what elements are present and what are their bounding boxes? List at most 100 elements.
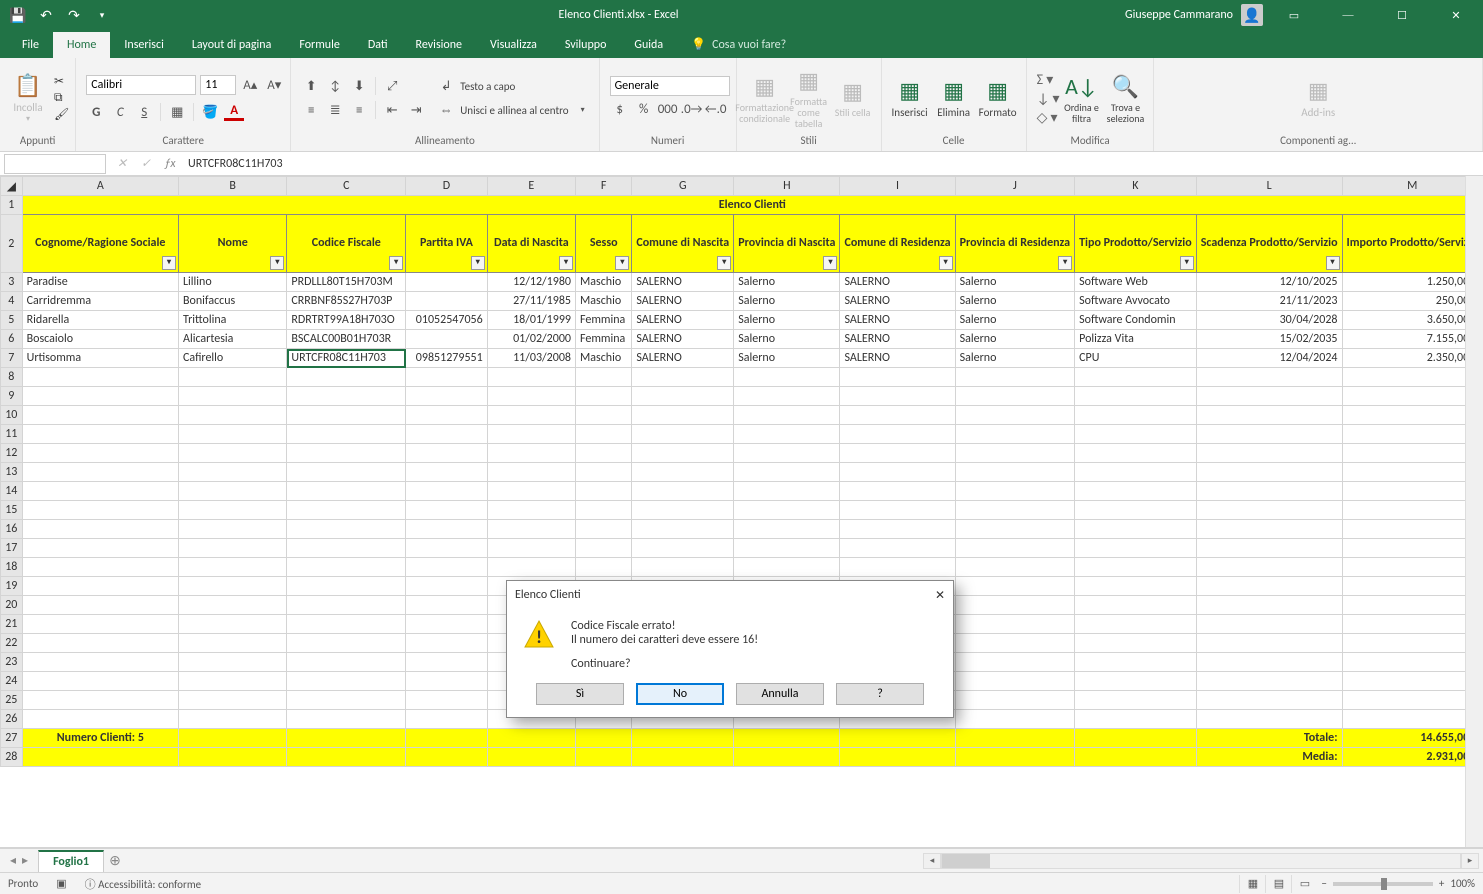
col-header[interactable]: H (734, 177, 840, 196)
number-format-select[interactable] (610, 76, 730, 96)
col-header[interactable]: L (1196, 177, 1342, 196)
cell[interactable]: Software Condomin (1075, 311, 1197, 330)
cell[interactable]: Femmina (576, 311, 632, 330)
cell[interactable] (1075, 577, 1197, 596)
autosum-icon[interactable]: Σ ▾ (1037, 71, 1060, 88)
cell[interactable] (955, 558, 1075, 577)
cell[interactable] (632, 406, 734, 425)
cell[interactable]: BSCALC00B01H703R (287, 330, 406, 349)
filter-icon[interactable]: ▾ (939, 256, 953, 270)
underline-icon[interactable]: S (134, 103, 154, 121)
cell[interactable] (22, 539, 178, 558)
cell[interactable]: 12/04/2024 (1196, 349, 1342, 368)
dialog-cancel-button[interactable]: Annulla (736, 683, 824, 705)
currency-icon[interactable]: $ (610, 100, 630, 118)
column-header[interactable]: Comune di Nascita▾ (632, 215, 734, 273)
cell[interactable] (1342, 425, 1482, 444)
cell-styles-button[interactable]: ▦Stili cella (831, 65, 875, 131)
cell[interactable] (1196, 672, 1342, 691)
cell[interactable] (1342, 615, 1482, 634)
cell[interactable] (179, 615, 287, 634)
cell[interactable] (955, 748, 1075, 767)
cell[interactable] (840, 425, 955, 444)
cell[interactable] (734, 748, 840, 767)
cell[interactable] (287, 520, 406, 539)
dialog-yes-button[interactable]: Sì (536, 683, 624, 705)
cell[interactable] (955, 444, 1075, 463)
column-header[interactable]: Partita IVA▾ (406, 215, 488, 273)
cell[interactable] (632, 368, 734, 387)
format-painter-icon[interactable]: 🖌 (54, 107, 69, 122)
filter-icon[interactable]: ▾ (559, 256, 573, 270)
qat-more-icon[interactable]: ▾ (92, 5, 112, 25)
cell[interactable]: Urtisomma (22, 349, 178, 368)
cell[interactable] (955, 577, 1075, 596)
tab-guida[interactable]: Guida (620, 32, 677, 58)
cell[interactable] (287, 634, 406, 653)
cell[interactable] (576, 520, 632, 539)
cell[interactable] (179, 672, 287, 691)
filter-icon[interactable]: ▾ (823, 256, 837, 270)
sheet-tab[interactable]: Foglio1 (38, 850, 104, 872)
cell[interactable] (840, 368, 955, 387)
cell[interactable]: Salerno (955, 292, 1075, 311)
cell[interactable] (406, 672, 488, 691)
cell[interactable] (840, 520, 955, 539)
cell[interactable] (1196, 482, 1342, 501)
cell[interactable] (840, 444, 955, 463)
cell[interactable] (576, 748, 632, 767)
cell[interactable] (406, 406, 488, 425)
cell[interactable] (22, 425, 178, 444)
cell[interactable] (1196, 577, 1342, 596)
cell[interactable] (1075, 463, 1197, 482)
font-size-input[interactable] (200, 75, 236, 95)
cell[interactable] (22, 634, 178, 653)
cell[interactable] (632, 558, 734, 577)
inc-decimal-icon[interactable]: .0→ (682, 100, 702, 118)
cell[interactable] (179, 539, 287, 558)
cell[interactable] (955, 368, 1075, 387)
cell[interactable] (1342, 596, 1482, 615)
cell[interactable]: Bonifaccus (179, 292, 287, 311)
cell[interactable] (1075, 368, 1197, 387)
cell[interactable]: Boscaiolo (22, 330, 178, 349)
name-box[interactable] (4, 154, 106, 174)
cell[interactable] (179, 748, 287, 767)
cell[interactable] (1075, 634, 1197, 653)
cell[interactable] (632, 463, 734, 482)
cell[interactable]: Alicartesia (179, 330, 287, 349)
cell[interactable] (576, 501, 632, 520)
cell[interactable] (955, 387, 1075, 406)
minimize-button[interactable]: — (1325, 0, 1371, 30)
cell[interactable]: 18/01/1999 (487, 311, 575, 330)
cell[interactable] (487, 387, 575, 406)
row-header[interactable]: 28 (1, 748, 23, 767)
column-header[interactable]: Data di Nascita▾ (487, 215, 575, 273)
cell[interactable]: 7.155,00 € (1342, 330, 1482, 349)
cell[interactable] (179, 520, 287, 539)
zoom-in-icon[interactable]: + (1439, 877, 1444, 890)
cell[interactable] (840, 558, 955, 577)
cell[interactable] (955, 653, 1075, 672)
cell[interactable] (1075, 691, 1197, 710)
grow-font-icon[interactable]: A▴ (240, 76, 260, 94)
row-header[interactable]: 12 (1, 444, 23, 463)
cell[interactable] (1075, 558, 1197, 577)
tab-layout-di-pagina[interactable]: Layout di pagina (178, 32, 286, 58)
cell[interactable] (179, 368, 287, 387)
cell[interactable] (1075, 710, 1197, 729)
accessibility-status[interactable]: ⓘ Accessibilità: conforme (85, 876, 201, 892)
column-header[interactable]: Nome▾ (179, 215, 287, 273)
accept-formula-icon[interactable]: ✓ (134, 156, 158, 171)
cell[interactable] (1196, 539, 1342, 558)
cell[interactable] (406, 539, 488, 558)
cell[interactable] (1075, 387, 1197, 406)
cell[interactable]: 2.350,00 € (1342, 349, 1482, 368)
cell[interactable] (632, 748, 734, 767)
cell[interactable]: 27/11/1985 (487, 292, 575, 311)
cell[interactable]: 30/04/2028 (1196, 311, 1342, 330)
row-header[interactable]: 9 (1, 387, 23, 406)
column-header[interactable]: Codice Fiscale▾ (287, 215, 406, 273)
tab-visualizza[interactable]: Visualizza (476, 32, 551, 58)
cell[interactable] (179, 710, 287, 729)
